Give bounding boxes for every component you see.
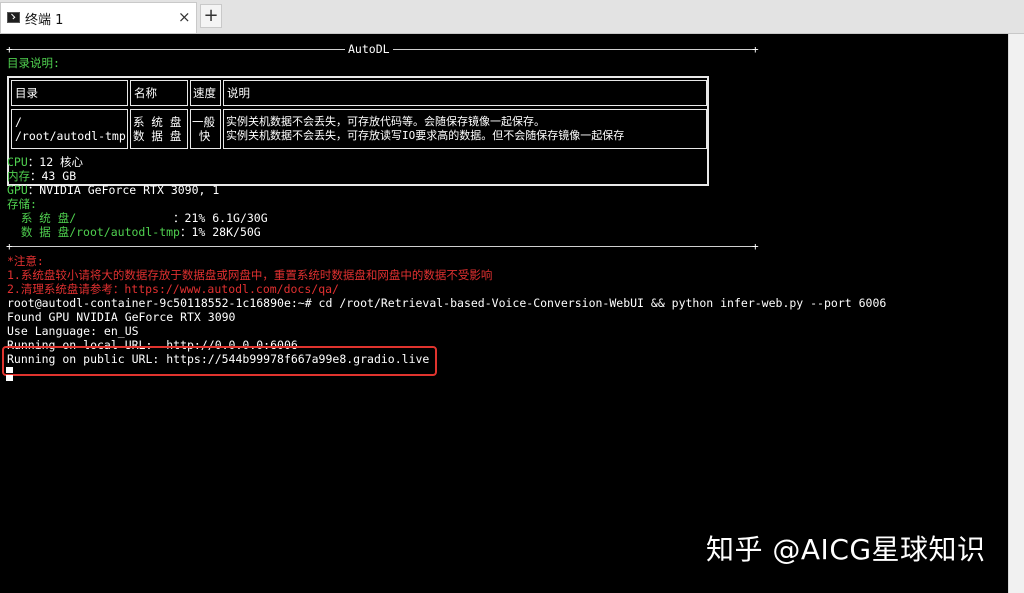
new-tab-button[interactable]: + (200, 4, 222, 28)
cpu-label: CPU (7, 155, 28, 169)
tab-title: 终端 1 (25, 13, 64, 28)
note-line-2: 2.清理系统盘请参考：https://www.autodl.com/docs/q… (7, 282, 339, 296)
data-disk-line: 数 据 盘/root/autodl-tmp：1% 28K/50G (7, 225, 261, 239)
divider-top: + AutoDL + (6, 42, 759, 56)
cpu-value: ：12 核心 (27, 155, 84, 169)
sys-disk-value: ：21% 6.1G/30G (173, 211, 268, 225)
table-header-name: 名称 (130, 80, 188, 106)
mem-line: 内存：43 GB (7, 169, 76, 183)
watermark: 知乎 @AICG星球知识 (706, 533, 986, 566)
close-icon[interactable]: × (178, 8, 191, 26)
sys-disk-line: 系 统 盘/ ：21% 6.1G/30G (7, 211, 268, 225)
gpu-line: GPU：NVIDIA GeForce RTX 3090, 1 (7, 183, 219, 197)
table-cell-names: 系 统 盘 数 据 盘 (130, 109, 188, 149)
table-cell-paths: / /root/autodl-tmp (11, 109, 128, 149)
table-header-desc: 说明 (223, 80, 707, 106)
table-cell-speed: 一般 快 (190, 109, 221, 149)
tab-terminal-1[interactable]: 终端 1 × (0, 2, 197, 33)
terminal-icon (7, 12, 20, 23)
cursor-block (6, 367, 13, 373)
data-disk-label: 数 据 盘/root/autodl-tmp (7, 225, 180, 239)
output-gpu: Found GPU NVIDIA GeForce RTX 3090 (7, 310, 236, 324)
mem-label: 内存 (7, 169, 30, 183)
tab-bar: 终端 1 × + (0, 0, 1024, 34)
mem-value: ：43 GB (30, 169, 77, 183)
command-line: root@autodl-container-9c50118552-1c16890… (7, 296, 887, 310)
gpu-label: GPU (7, 183, 28, 197)
output-language: Use Language: en_US (7, 324, 139, 338)
scrollbar[interactable] (1008, 34, 1024, 593)
highlight-box (2, 346, 437, 376)
note-line-1: 1.系统盘较小请将大的数据存放于数据盘或网盘中，重置系统时数据盘和网盘中的数据不… (7, 268, 493, 282)
sys-disk-label: 系 统 盘/ (7, 211, 174, 225)
terminal-output[interactable]: + AutoDL + 目录说明: 目录 名称 速度 说明 / /root/aut… (0, 34, 1008, 593)
info-table: 目录 名称 速度 说明 / /root/autodl-tmp 系 统 盘 数 据… (7, 76, 709, 186)
cpu-line: CPU：12 核心 (7, 155, 83, 169)
storage-label: 存储: (7, 197, 37, 211)
divider-bottom: + + (6, 240, 759, 253)
gpu-value: ：NVIDIA GeForce RTX 3090, 1 (27, 183, 220, 197)
table-header-speed: 速度 (190, 80, 221, 106)
text-cursor (6, 375, 13, 381)
data-disk-value: ：1% 28K/50G (179, 225, 261, 239)
table-cell-descs: 实例关机数据不会丢失，可存放代码等。会随保存镜像一起保存。 实例关机数据不会丢失… (223, 109, 707, 149)
table-header-dir: 目录 (11, 80, 128, 106)
dir-heading: 目录说明: (7, 56, 60, 70)
note-heading: *注意: (7, 254, 44, 268)
banner-label: AutoDL (345, 42, 393, 56)
